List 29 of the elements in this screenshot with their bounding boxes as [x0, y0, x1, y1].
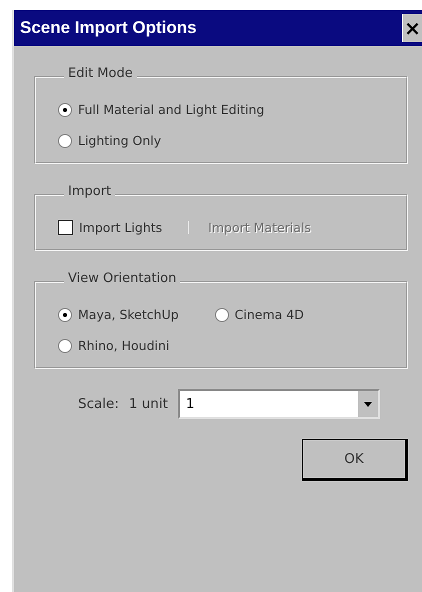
option-label: Rhino, Houdini — [78, 338, 170, 353]
option-label: Import Materials — [208, 220, 311, 235]
close-button[interactable]: × — [402, 14, 422, 42]
option-label: Cinema 4D — [234, 307, 304, 322]
option-label: Full Material and Light Editing — [78, 102, 264, 117]
group-title: View Orientation — [64, 271, 180, 286]
ok-button[interactable]: OK — [302, 439, 408, 481]
radio-option[interactable]: Lighting Only — [58, 133, 394, 148]
unit-label: 1 unit — [128, 396, 168, 412]
option-label: Maya, SketchUp — [78, 307, 179, 322]
radio-option[interactable]: Rhino, Houdini — [58, 338, 170, 353]
group-title: Edit Mode — [64, 66, 137, 81]
option-label: Import Lights — [79, 220, 162, 235]
checkbox-option[interactable]: Import Lights — [58, 220, 162, 235]
radio-button[interactable] — [58, 338, 72, 352]
radio-option[interactable]: Maya, SketchUp — [58, 307, 179, 322]
radio-option[interactable]: Cinema 4D — [214, 307, 304, 322]
radio-option[interactable]: Full Material and Light Editing — [58, 102, 394, 117]
checkbox[interactable] — [58, 220, 73, 235]
scale-dropdown[interactable]: 1 — [178, 389, 380, 419]
radio-button[interactable] — [214, 308, 229, 322]
window-title: Scene Import Options — [20, 18, 197, 38]
option-label: Lighting Only — [78, 133, 162, 148]
radio-button[interactable] — [58, 134, 72, 148]
radio-button[interactable] — [58, 102, 72, 116]
scale-label: Scale: — [78, 396, 119, 412]
dropdown-arrow-icon — [364, 402, 372, 406]
group-title: Import — [64, 184, 116, 199]
radio-button[interactable] — [58, 308, 72, 322]
